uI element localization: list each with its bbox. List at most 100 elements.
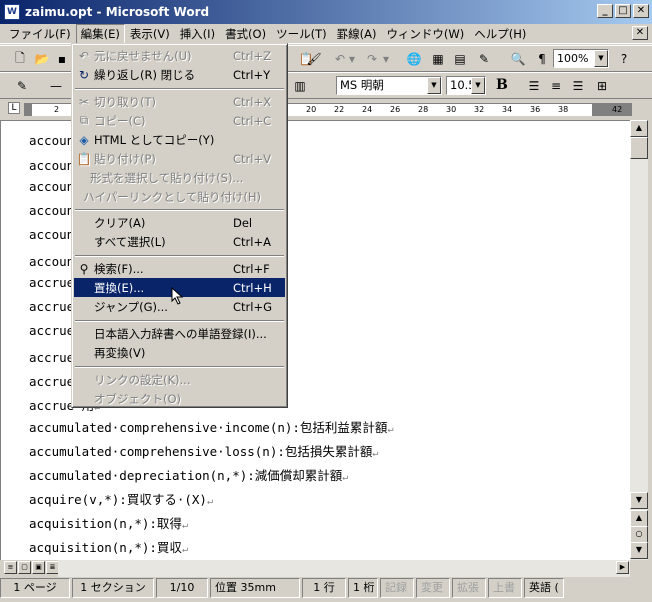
menu-item-paste-special[interactable]: 形式を選択して貼り付け(S)... — [74, 168, 285, 187]
font-size-select[interactable]: 10.5 ▼ — [446, 76, 486, 95]
menu-item-links[interactable]: リンクの設定(K)... — [74, 370, 285, 389]
menu-item-select-all[interactable]: すべて選択(L) Ctrl+A — [74, 232, 285, 251]
drawing-icon[interactable]: ✎ — [474, 50, 494, 68]
menu-format[interactable]: 書式(O) — [220, 24, 271, 44]
scroll-down-icon[interactable]: ▼ — [630, 492, 648, 509]
browse-object-icon[interactable]: ○ — [630, 526, 648, 543]
bold-button[interactable]: B — [496, 77, 508, 93]
document-line[interactable]: accrue — [29, 275, 74, 290]
tab-selector[interactable]: L — [8, 102, 20, 114]
close-window-button[interactable]: ✕ — [633, 4, 649, 18]
menu-tools[interactable]: ツール(T) — [271, 24, 332, 44]
menu-edit[interactable]: 編集(E) — [75, 23, 125, 44]
document-line[interactable]: accrue — [29, 299, 74, 314]
document-line[interactable]: accoun — [29, 203, 74, 218]
tables-borders-icon[interactable]: ▦ — [428, 50, 448, 68]
document-line[interactable]: accoun — [29, 133, 74, 148]
next-page-icon[interactable]: ▼ — [630, 542, 648, 559]
zoom-select[interactable]: 100% ▼ — [553, 49, 609, 68]
document-line[interactable]: accumulated·comprehensive·income(n):包括利益… — [29, 417, 393, 436]
status-ovr[interactable]: 上書 — [488, 578, 522, 598]
status-line: 1 行 — [302, 578, 346, 598]
print-layout-icon[interactable]: ▣ — [32, 561, 45, 574]
status-ext[interactable]: 拡張 — [452, 578, 486, 598]
document-line[interactable]: accumulated·comprehensive·loss(n):包括損失累計… — [29, 441, 378, 460]
undo-dropdown-icon[interactable]: ▾ — [342, 50, 362, 68]
status-position: 位置 35mm — [210, 578, 300, 598]
menu-item-clear[interactable]: クリア(A) Del — [74, 213, 285, 232]
menu-item-paste-hyperlink[interactable]: ハイパーリンクとして貼り付け(H) — [74, 187, 285, 206]
menu-item-register-word[interactable]: 日本語入力辞書への単語登録(I)... — [74, 324, 285, 343]
format-painter-icon[interactable]: 🖌 — [304, 50, 324, 68]
menu-file[interactable]: ファイル(F) — [4, 24, 76, 44]
chevron-down-icon[interactable]: ▼ — [471, 77, 485, 94]
menu-insert[interactable]: 挿入(I) — [175, 24, 220, 44]
status-rec[interactable]: 記録 — [380, 578, 414, 598]
document-line[interactable]: accrue — [29, 323, 74, 338]
document-line[interactable]: acquisition(n,*):買収↵ — [29, 537, 188, 556]
undo-icon: ↶ — [78, 48, 90, 63]
save-icon[interactable]: ▪ — [52, 50, 72, 68]
menu-item-find[interactable]: ⚲ 検索(F)... Ctrl+F — [74, 259, 285, 278]
web-layout-icon[interactable]: ▢ — [18, 561, 31, 574]
scissors-icon: ✂ — [78, 94, 90, 109]
align-justify-icon[interactable]: ☰ — [524, 77, 544, 95]
align-right-icon[interactable]: ☰ — [568, 77, 588, 95]
ruler-number: 36 — [530, 105, 541, 114]
status-trk[interactable]: 変更 — [416, 578, 450, 598]
document-line[interactable]: accoun — [29, 227, 74, 242]
menu-view[interactable]: 表示(V) — [125, 24, 175, 44]
ruler-number: 22 — [334, 105, 345, 114]
vertical-scrollbar[interactable]: ▲ ▼ ▲ ○ ▼ — [630, 120, 648, 560]
menu-item-undo[interactable]: ↶ 元に戻せません(U) Ctrl+Z — [74, 46, 285, 65]
menu-item-redo[interactable]: ↻ 繰り返し(R) 閉じる Ctrl+Y — [74, 65, 285, 84]
menu-item-object[interactable]: オブジェクト(O) — [74, 389, 285, 408]
ruler-number: 38 — [558, 105, 569, 114]
minimize-button[interactable]: _ — [597, 4, 613, 18]
document-line[interactable]: accoun — [29, 179, 74, 194]
redo-icon: ↻ — [78, 67, 90, 82]
menu-item-cut[interactable]: ✂ 切り取り(T) Ctrl+X — [74, 92, 285, 111]
chevron-down-icon[interactable]: ▼ — [427, 77, 441, 94]
status-language[interactable]: 英語 ( — [524, 578, 564, 598]
scroll-up-icon[interactable]: ▲ — [630, 120, 648, 137]
border-line-icon[interactable]: — — [46, 77, 66, 95]
pencil-icon[interactable]: ✎ — [12, 77, 32, 95]
menu-item-reconvert[interactable]: 再変換(V) — [74, 343, 285, 362]
html-copy-icon: ◈ — [79, 132, 89, 147]
previous-page-icon[interactable]: ▲ — [630, 510, 648, 527]
word-app-icon[interactable]: W — [4, 4, 20, 20]
maximize-button[interactable]: □ — [615, 4, 631, 18]
show-hide-icon[interactable]: ¶ — [532, 50, 552, 68]
close-document-button[interactable]: ✕ — [632, 26, 648, 40]
font-name-select[interactable]: MS 明朝 ▼ — [336, 76, 442, 95]
web-toolbar-icon[interactable]: 🌐 — [404, 50, 424, 68]
menu-window[interactable]: ウィンドウ(W) — [381, 24, 469, 44]
status-section: 1 セクション — [72, 578, 154, 598]
menu-item-copy-html[interactable]: ◈ HTML としてコピー(Y) — [74, 130, 285, 149]
horizontal-bar: ≡ ▢ ▣ ≣ ▶ — [0, 560, 652, 577]
scroll-thumb[interactable] — [630, 137, 648, 159]
help-icon[interactable]: ? — [614, 50, 634, 68]
horizontal-scrollbar[interactable] — [58, 560, 630, 577]
insert-table-icon[interactable]: ▤ — [450, 50, 470, 68]
redo-dropdown-icon[interactable]: ▾ — [376, 50, 396, 68]
menu-help[interactable]: ヘルプ(H) — [469, 24, 531, 44]
document-line[interactable]: acquire(v,*):買収する·(X)↵ — [29, 489, 213, 508]
document-map-icon[interactable]: 🔍 — [508, 50, 528, 68]
document-line[interactable]: acquisition(n,*):取得↵ — [29, 513, 188, 532]
distributed-align-icon[interactable]: ⊞ — [592, 77, 612, 95]
document-line[interactable]: accumulated·depreciation(n,*):減価償却累計額↵ — [29, 465, 348, 484]
ruler-number: 32 — [474, 105, 485, 114]
open-folder-icon[interactable]: 📂 — [32, 50, 52, 68]
grid-icon[interactable]: ▥ — [290, 77, 310, 95]
edit-menu-dropdown: ↶ 元に戻せません(U) Ctrl+Z ↻ 繰り返し(R) 閉じる Ctrl+Y… — [71, 43, 288, 408]
menu-table[interactable]: 罫線(A) — [332, 24, 382, 44]
menu-item-paste[interactable]: 📋 貼り付け(P) Ctrl+V — [74, 149, 285, 168]
align-center-icon[interactable]: ≡ — [546, 77, 566, 95]
menu-item-copy[interactable]: ⧉ コピー(C) Ctrl+C — [74, 111, 285, 130]
new-document-icon[interactable]: 🗋 — [10, 50, 30, 68]
scroll-right-icon[interactable]: ▶ — [616, 561, 629, 574]
chevron-down-icon[interactable]: ▼ — [594, 50, 608, 67]
normal-view-icon[interactable]: ≡ — [4, 561, 17, 574]
